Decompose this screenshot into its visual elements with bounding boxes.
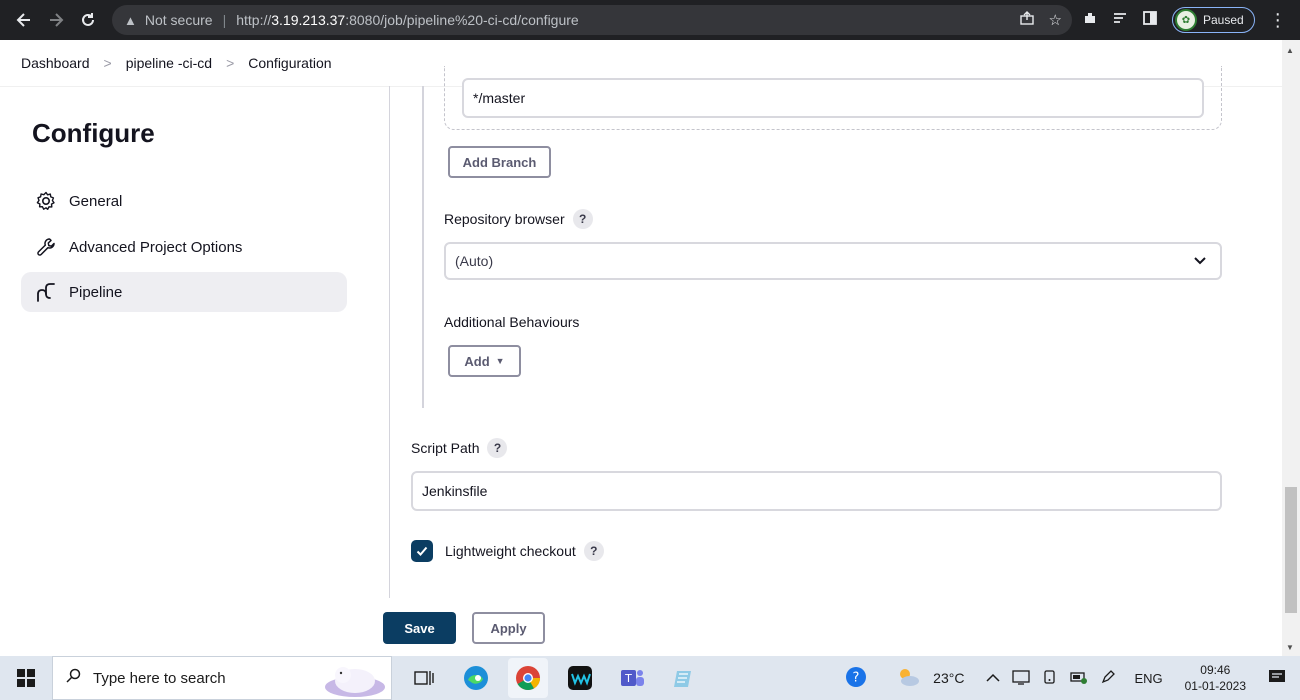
script-path-input[interactable]: Jenkinsfile xyxy=(411,471,1222,511)
lightweight-checkout-field: Lightweight checkout ? xyxy=(445,541,604,561)
forward-icon[interactable] xyxy=(40,4,72,36)
pipeline-icon xyxy=(35,281,57,303)
add-branch-button[interactable]: Add Branch xyxy=(448,146,551,178)
lightweight-checkout-label[interactable]: Lightweight checkout xyxy=(445,543,576,559)
chevron-up-icon[interactable] xyxy=(986,671,1000,686)
add-behaviour-button[interactable]: Add ▼ xyxy=(448,345,521,377)
url-host: 3.19.213.37 xyxy=(271,12,346,28)
action-bar: Save Apply xyxy=(0,598,1282,656)
clock-date: 01-01-2023 xyxy=(1184,679,1246,693)
notepad-app-icon[interactable] xyxy=(664,658,704,698)
weather-temperature[interactable]: 23°C xyxy=(933,670,964,686)
repository-browser-label: Repository browser xyxy=(444,211,565,227)
help-icon[interactable]: ? xyxy=(487,438,508,458)
meet-now-icon[interactable] xyxy=(1042,669,1058,688)
avatar: ✿ xyxy=(1175,9,1197,31)
language-indicator[interactable]: ENG xyxy=(1134,671,1162,686)
browser-toolbar: ▲ Not secure | http:// 3.19.213.37 :8080… xyxy=(0,0,1300,40)
script-path-field: Script Path ? xyxy=(411,438,508,458)
sidebar: Configure General Advanced Project Optio… xyxy=(0,86,390,656)
breadcrumb-job[interactable]: pipeline -ci-cd xyxy=(126,55,212,71)
repository-browser-value: (Auto) xyxy=(455,253,494,269)
url-scheme: http:// xyxy=(236,12,272,28)
pipeline-config-form: */master Add Branch Repository browser ?… xyxy=(390,66,1282,598)
wrench-icon xyxy=(35,236,57,258)
gear-icon xyxy=(35,190,57,212)
breadcrumb-dashboard[interactable]: Dashboard xyxy=(21,55,90,71)
sidebar-item-pipeline[interactable]: Pipeline xyxy=(21,272,347,312)
reading-list-icon[interactable] xyxy=(1112,10,1128,30)
profile-button[interactable]: ✿ Paused xyxy=(1172,7,1255,33)
task-view-icon[interactable] xyxy=(404,658,444,698)
profile-status: Paused xyxy=(1203,13,1244,27)
notifications-icon[interactable] xyxy=(1268,668,1286,689)
sidebar-item-label: General xyxy=(69,192,123,210)
sidebar-item-advanced-project-options[interactable]: Advanced Project Options xyxy=(21,227,347,267)
help-icon[interactable]: ? xyxy=(572,209,593,229)
address-bar[interactable]: ▲ Not secure | http:// 3.19.213.37 :8080… xyxy=(112,5,1072,35)
chevron-right-icon: > xyxy=(226,55,235,71)
clock-time: 09:46 xyxy=(1200,663,1231,677)
browser-menu-icon[interactable]: ⋮ xyxy=(1269,10,1287,31)
sidebar-item-general[interactable]: General xyxy=(21,181,347,221)
caret-down-icon: ▼ xyxy=(495,356,505,366)
taskbar-search-placeholder: Type here to search xyxy=(93,669,226,687)
chevron-down-icon xyxy=(1192,252,1208,271)
bookmark-star-icon[interactable]: ☆ xyxy=(1049,11,1062,29)
reload-icon[interactable] xyxy=(72,4,104,36)
taskbar-search-input[interactable]: Type here to search xyxy=(52,656,392,700)
edge-browser-icon[interactable] xyxy=(456,658,496,698)
repository-browser-field: Repository browser ? xyxy=(444,209,593,229)
scroll-down-icon[interactable]: ▼ xyxy=(1286,643,1294,652)
page-scrollbar[interactable]: ▲ ▼ xyxy=(1282,40,1300,656)
weather-icon[interactable] xyxy=(895,666,921,691)
chevron-right-icon: > xyxy=(103,55,112,71)
taskbar-clock[interactable]: 09:46 01-01-2023 xyxy=(1185,662,1246,694)
svg-text:?: ? xyxy=(853,670,860,685)
windows-start-icon[interactable] xyxy=(0,656,52,700)
extensions-icon[interactable] xyxy=(1082,10,1098,30)
page-title: Configure xyxy=(32,118,155,148)
sidebar-item-label: Pipeline xyxy=(69,283,123,301)
security-label: Not secure xyxy=(144,12,213,28)
pen-icon[interactable] xyxy=(1100,669,1116,688)
display-icon[interactable] xyxy=(1012,669,1031,688)
back-icon[interactable] xyxy=(8,4,40,36)
side-panel-icon[interactable] xyxy=(1142,10,1158,30)
svg-text:T: T xyxy=(624,672,632,685)
help-app-icon[interactable]: ? xyxy=(845,666,867,691)
scrollbar-thumb[interactable] xyxy=(1285,487,1297,613)
system-tray: ? 23°C ENG 09:46 01-01-2023 xyxy=(845,656,1300,700)
omnibox-separator: | xyxy=(222,12,227,28)
help-icon[interactable]: ? xyxy=(583,541,604,561)
search-icon xyxy=(65,668,81,689)
save-button[interactable]: Save xyxy=(383,612,456,644)
breadcrumb-configuration[interactable]: Configuration xyxy=(248,55,331,71)
warning-icon: ▲ xyxy=(124,12,137,28)
apply-button[interactable]: Apply xyxy=(472,612,545,644)
polar-bear-illustration-icon xyxy=(319,661,387,700)
os-taskbar: Type here to search T ? 23°C ENG 09:46 0… xyxy=(0,656,1300,700)
chrome-browser-icon[interactable] xyxy=(508,658,548,698)
repository-browser-select[interactable]: (Auto) xyxy=(444,242,1222,280)
script-path-label: Script Path xyxy=(411,440,480,456)
scroll-up-icon[interactable]: ▲ xyxy=(1286,46,1294,55)
sidebar-item-label: Advanced Project Options xyxy=(69,238,243,256)
branch-specifier-input[interactable]: */master xyxy=(462,78,1204,118)
lightweight-checkout-checkbox[interactable] xyxy=(411,540,433,562)
webex-app-icon[interactable] xyxy=(560,658,600,698)
share-icon[interactable] xyxy=(1019,10,1035,30)
battery-icon[interactable] xyxy=(1070,670,1088,687)
teams-app-icon[interactable]: T xyxy=(612,658,652,698)
additional-behaviours-label: Additional Behaviours xyxy=(444,314,580,330)
section-indent-rule xyxy=(422,86,424,408)
url-path: :8080/job/pipeline%20-ci-cd/configure xyxy=(345,12,579,28)
add-label: Add xyxy=(464,353,490,369)
